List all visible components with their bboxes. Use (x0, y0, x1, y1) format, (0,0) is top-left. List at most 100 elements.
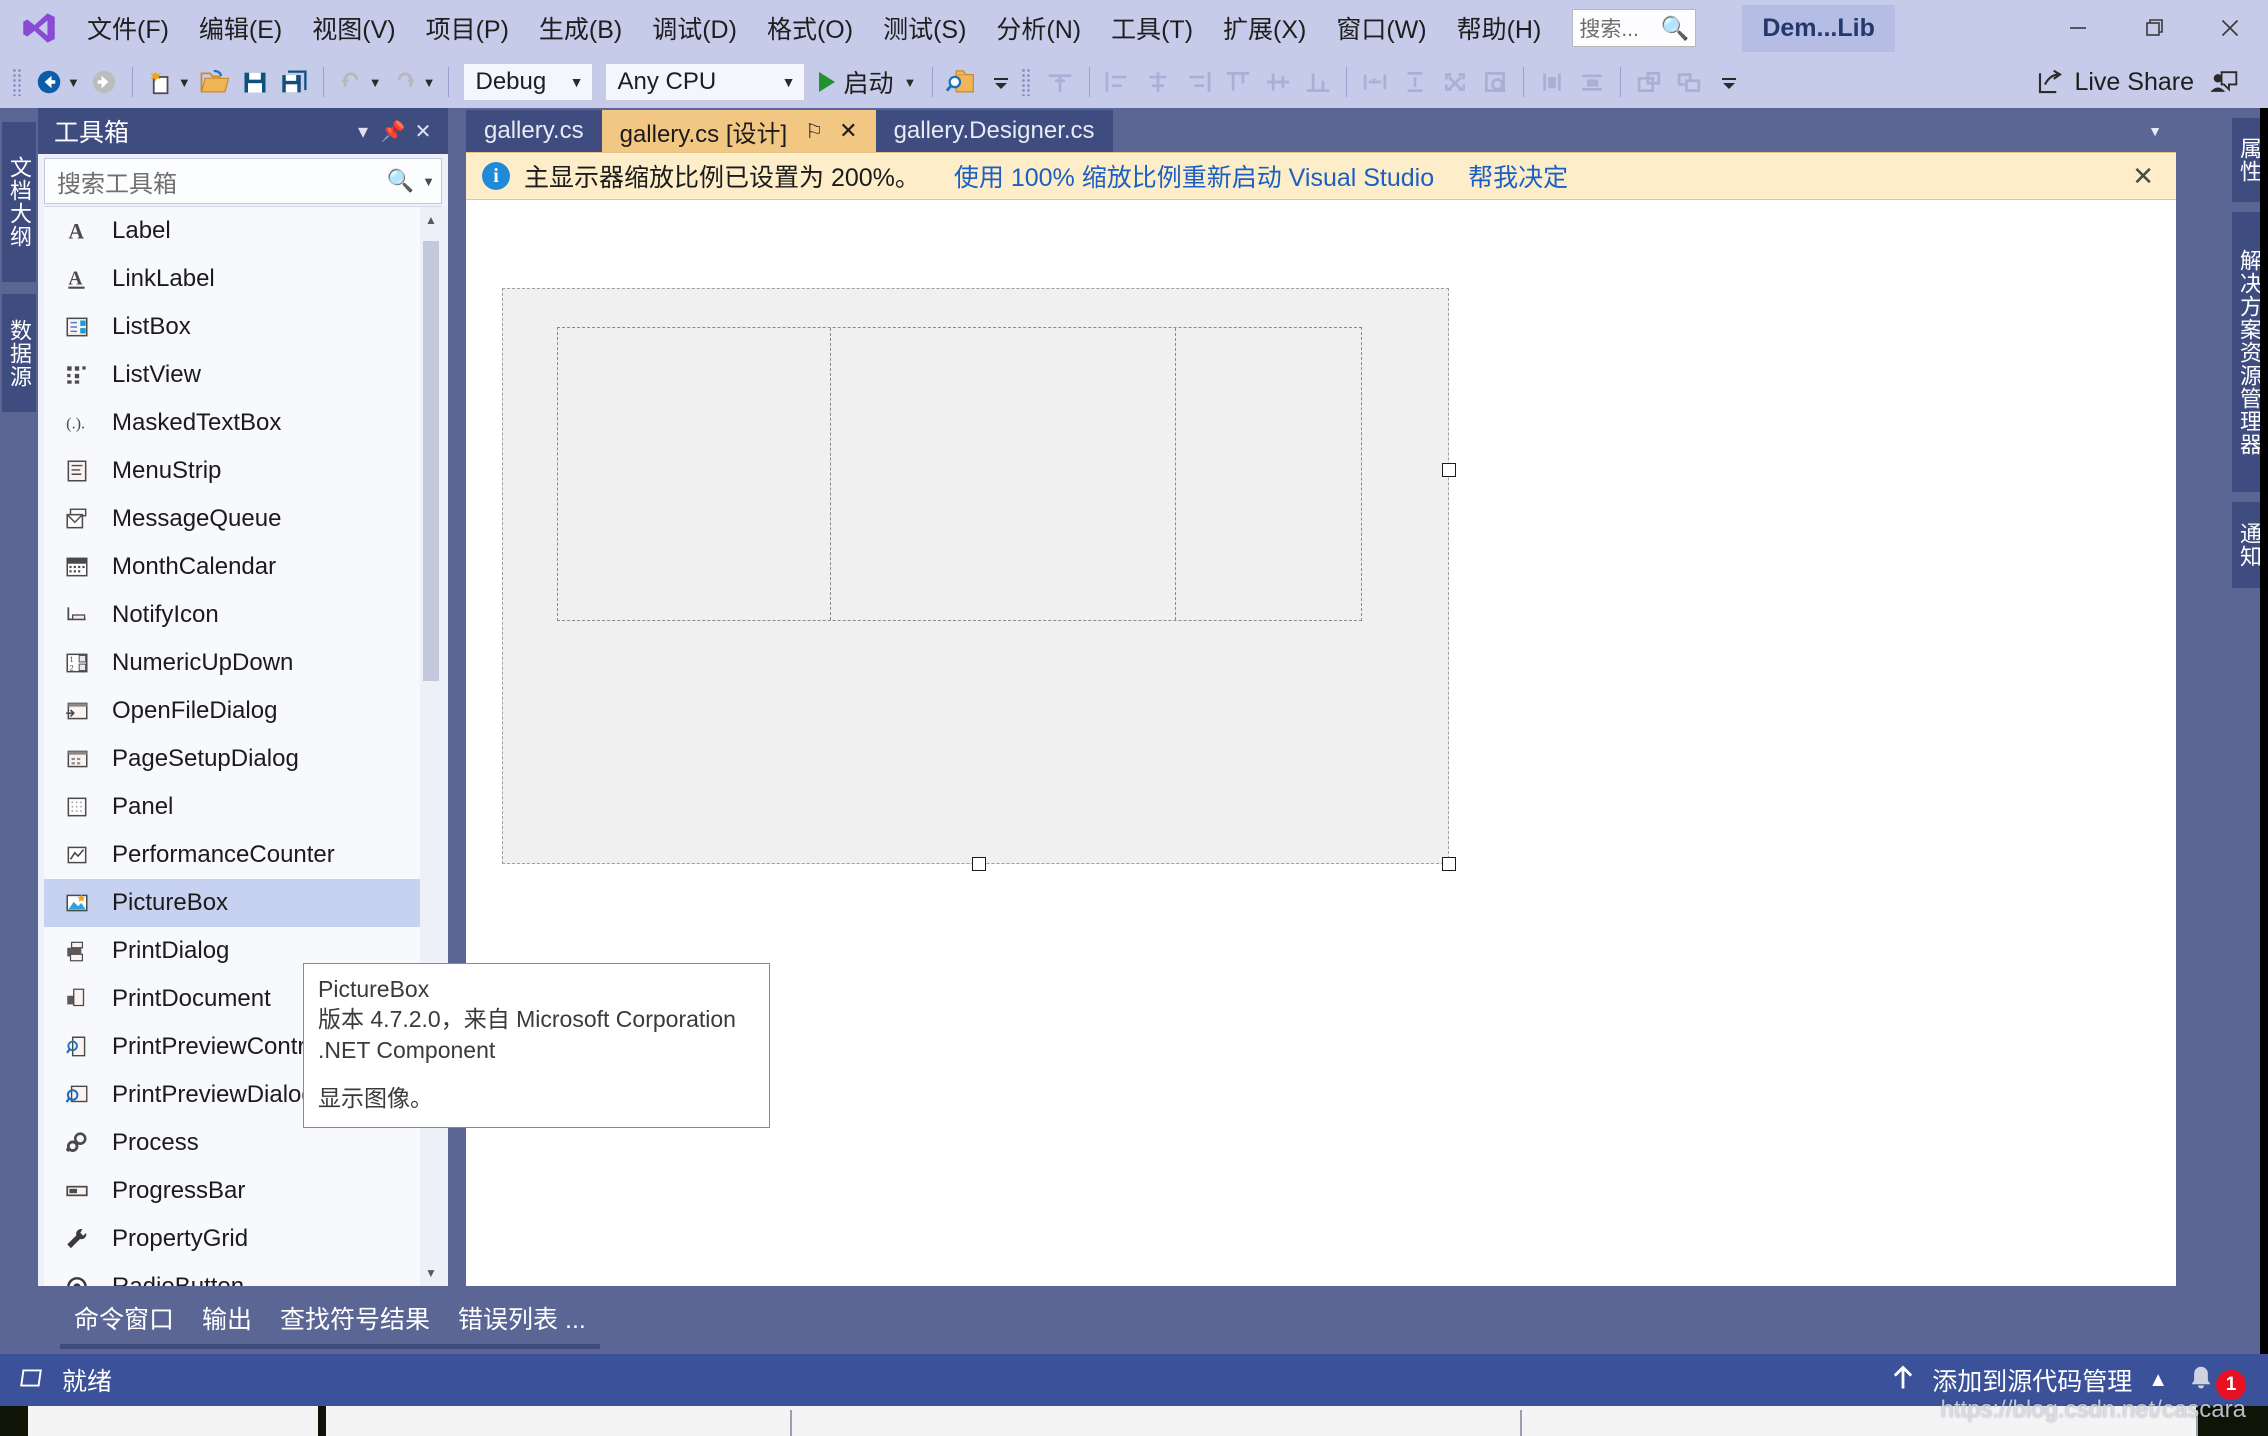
align-middles-icon[interactable] (1258, 62, 1298, 102)
menu-item-analyze[interactable]: 分析(N) (981, 4, 1096, 52)
tab-gallery-cs[interactable]: gallery.cs (466, 110, 602, 152)
menu-item-file[interactable]: 文件(F) (72, 4, 184, 52)
new-item-caret-icon[interactable]: ▼ (178, 75, 191, 90)
tab-gallery-cs-design[interactable]: gallery.cs [设计] ⚐ ✕ (601, 110, 876, 152)
scroll-up-arrow-icon[interactable]: ▲ (420, 207, 442, 233)
align-rights-icon[interactable] (1178, 62, 1218, 102)
table-layout-panel[interactable] (557, 327, 1362, 621)
gallery-form-surface[interactable] (502, 288, 1449, 864)
toolbox-item-panel[interactable]: Panel (44, 783, 442, 831)
menu-item-format[interactable]: 格式(O) (752, 4, 868, 52)
table-layout-column-1[interactable] (558, 328, 832, 620)
menu-item-view[interactable]: 视图(V) (297, 4, 410, 52)
toolbox-item-maskedtextbox[interactable]: (.). MaskedTextBox (44, 399, 442, 447)
zoom-icon[interactable] (1475, 62, 1515, 102)
toolbox-close-icon[interactable]: ✕ (408, 119, 438, 144)
toolbox-item-notifyicon[interactable]: NotifyIcon (44, 591, 442, 639)
panel-tab-output[interactable]: 输出 (188, 1292, 267, 1349)
notifications-bell[interactable]: 1 (2184, 1363, 2252, 1400)
align-bottoms-icon[interactable] (1298, 62, 1338, 102)
sidebar-item-data-sources[interactable]: 数据源 (2, 294, 36, 412)
open-file-icon[interactable] (195, 62, 235, 102)
toolbox-item-propertygrid[interactable]: PropertyGrid (44, 1215, 442, 1263)
navigate-forward-icon[interactable] (84, 62, 124, 102)
make-same-width-icon[interactable]: * (1355, 62, 1395, 102)
undo-icon[interactable]: ▼ (332, 62, 386, 102)
start-caret-icon[interactable]: ▼ (904, 75, 917, 90)
send-to-back-icon[interactable] (1669, 62, 1709, 102)
sidebar-item-document-outline[interactable]: 文档大纲 (2, 122, 36, 282)
toolbar-overflow-icon[interactable] (981, 62, 1021, 102)
chevron-up-icon[interactable]: ▲ (2148, 1369, 2168, 1392)
toolbox-item-numericupdown[interactable]: 12 NumericUpDown (44, 639, 442, 687)
toolbox-pin-icon[interactable]: 📌 (378, 119, 408, 144)
menu-item-tools[interactable]: 工具(T) (1096, 4, 1208, 52)
solution-configuration-combo[interactable]: Debug ▼ (462, 63, 593, 101)
undo-caret-icon[interactable]: ▼ (369, 75, 382, 90)
panel-tab-error-list[interactable]: 错误列表 ... (444, 1292, 600, 1349)
table-layout-column-3[interactable] (1176, 328, 1361, 620)
resize-handle-middle-right[interactable] (1442, 463, 1456, 477)
toolbox-item-label[interactable]: A Label (44, 207, 442, 255)
toolbox-item-picturebox[interactable]: PictureBox (44, 879, 442, 927)
toolbar-grip[interactable] (1021, 68, 1032, 96)
new-item-icon[interactable]: ▼ (141, 62, 195, 102)
help-me-decide-link[interactable]: 帮我决定 (1468, 158, 1568, 194)
toolbox-item-openfiledialog[interactable]: OpenFileDialog (44, 687, 442, 735)
chevron-down-icon[interactable]: ▼ (422, 174, 435, 189)
align-tops-icon[interactable] (1218, 62, 1258, 102)
solution-platform-combo[interactable]: Any CPU ▼ (604, 63, 805, 101)
navigate-back-icon[interactable]: ▼ (30, 62, 84, 102)
resize-handle-bottom-center[interactable] (972, 857, 986, 871)
pin-icon[interactable]: ⚐ (805, 119, 823, 144)
toolbar-overflow-icon[interactable] (1709, 62, 1749, 102)
menu-item-debug[interactable]: 调试(D) (637, 4, 752, 52)
resize-handle-bottom-right[interactable] (1442, 857, 1456, 871)
toolbar-grip[interactable] (12, 68, 22, 96)
add-to-source-control-button[interactable]: 添加到源代码管理 (1932, 1362, 2132, 1398)
quick-launch-search[interactable]: 搜索... 🔍 (1572, 9, 1697, 47)
save-icon[interactable] (235, 62, 275, 102)
toolbox-menu-chevron-icon[interactable]: ▾ (348, 119, 378, 144)
align-to-grid-icon[interactable] (1039, 62, 1081, 102)
scroll-down-arrow-icon[interactable]: ▼ (420, 1260, 442, 1286)
menu-item-test[interactable]: 测试(S) (868, 4, 981, 52)
toolbox-item-menustrip[interactable]: MenuStrip (44, 447, 442, 495)
toolbox-item-listview[interactable]: ListView (44, 351, 442, 399)
align-centers-icon[interactable] (1138, 62, 1178, 102)
info-bar-close-icon[interactable]: ✕ (2126, 161, 2160, 192)
toolbox-item-progressbar[interactable]: ProgressBar (44, 1167, 442, 1215)
toolbox-search-input[interactable]: 搜索工具箱 🔍 ▼ (44, 158, 442, 204)
bring-to-front-icon[interactable] (1629, 62, 1669, 102)
table-layout-column-2[interactable] (831, 328, 1177, 620)
vertical-spacing-icon[interactable] (1572, 62, 1612, 102)
menu-item-extensions[interactable]: 扩展(X) (1208, 4, 1321, 52)
toolbox-item-radiobutton[interactable]: RadioButton (44, 1263, 442, 1286)
maximize-button[interactable] (2116, 0, 2192, 56)
menu-item-project[interactable]: 项目(P) (411, 4, 524, 52)
toolbox-scrollbar-thumb[interactable] (423, 241, 439, 681)
live-share-button[interactable]: Live Share (2025, 62, 2204, 102)
tab-gallery-designer-cs[interactable]: gallery.Designer.cs (875, 110, 1113, 152)
panel-tab-command-window[interactable]: 命令窗口 (60, 1292, 189, 1349)
redo-caret-icon[interactable]: ▼ (423, 75, 436, 90)
toolbox-item-pagesetupdialog[interactable]: PageSetupDialog (44, 735, 442, 783)
save-all-icon[interactable] (275, 62, 315, 102)
start-debug-button[interactable]: 启动 ▼ (811, 62, 925, 102)
minimize-button[interactable] (2040, 0, 2116, 56)
size-to-grid-icon[interactable] (1435, 62, 1475, 102)
toolbox-item-monthcalendar[interactable]: MonthCalendar (44, 543, 442, 591)
tab-overflow-chevron-icon[interactable]: ▼ (2134, 110, 2176, 152)
make-same-height-icon[interactable] (1395, 62, 1435, 102)
redo-icon[interactable]: ▼ (386, 62, 440, 102)
menu-item-help[interactable]: 帮助(H) (1442, 4, 1557, 52)
menu-item-edit[interactable]: 编辑(E) (184, 4, 297, 52)
find-in-files-icon[interactable] (941, 62, 981, 102)
toolbox-item-messagequeue[interactable]: MessageQueue (44, 495, 442, 543)
toolbox-item-linklabel[interactable]: A LinkLabel (44, 255, 442, 303)
back-dropdown-caret-icon[interactable]: ▼ (67, 75, 80, 90)
close-button[interactable] (2192, 0, 2268, 56)
toolbox-item-listbox[interactable]: ListBox (44, 303, 442, 351)
align-lefts-icon[interactable] (1098, 62, 1138, 102)
restart-at-100-link[interactable]: 使用 100% 缩放比例重新启动 Visual Studio (954, 158, 1434, 194)
